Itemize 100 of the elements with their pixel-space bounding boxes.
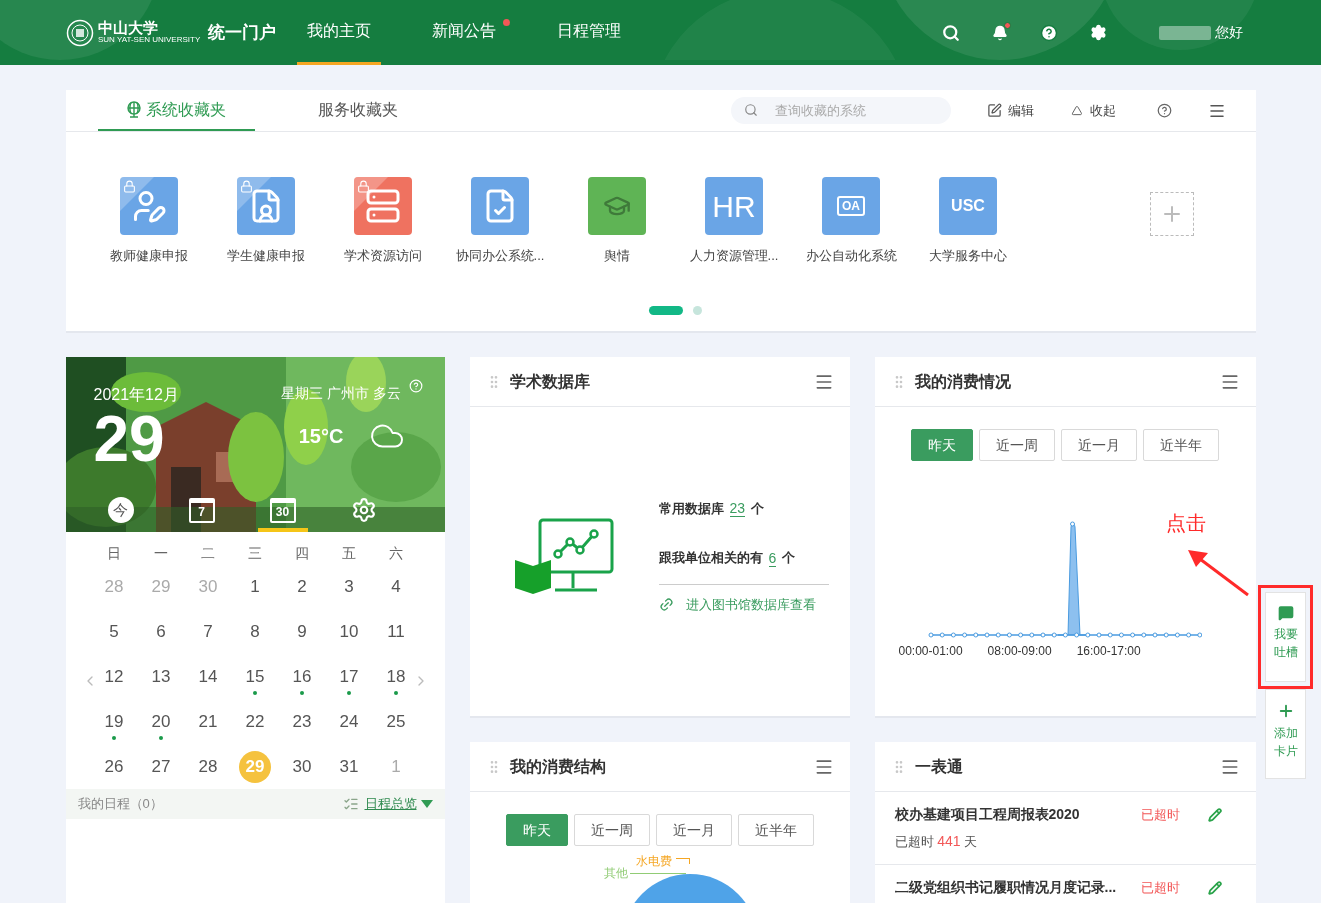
calendar-day[interactable]: 30 xyxy=(286,750,318,783)
dropdown-icon[interactable] xyxy=(420,800,433,808)
calendar-day[interactable]: 5 xyxy=(98,615,130,648)
calendar-day[interactable]: 24 xyxy=(333,705,365,738)
calendar-day[interactable]: 26 xyxy=(98,750,130,783)
globe-icon xyxy=(126,100,142,119)
range-tab[interactable]: 近一周 xyxy=(979,429,1055,461)
form-title[interactable]: 校办基建项目工程周报表2020 xyxy=(894,804,1080,825)
edit-icon[interactable] xyxy=(1207,880,1222,895)
portal-name: 统一门户 xyxy=(208,21,277,44)
app-tile[interactable] xyxy=(237,177,295,235)
app-tile[interactable] xyxy=(471,177,529,235)
favorites-tab[interactable]: 服务收藏夹 xyxy=(279,90,437,131)
app-tile[interactable] xyxy=(354,177,412,235)
calendar-day[interactable]: 10 xyxy=(333,615,365,648)
calendar-day[interactable]: 16 xyxy=(286,660,318,693)
calendar-day[interactable]: 15 xyxy=(239,660,271,693)
weekday-label: 五 xyxy=(341,544,357,563)
help-icon[interactable] xyxy=(1040,23,1058,42)
list-icon xyxy=(342,796,359,812)
pie-label: 其他 xyxy=(603,865,628,882)
stat-count[interactable]: 23 xyxy=(729,500,746,517)
calendar-day[interactable]: 25 xyxy=(380,705,412,738)
logo-subtitle: SUN YAT-SEN UNIVERSITY xyxy=(98,36,201,44)
calendar-view-tab[interactable]: 30 xyxy=(257,492,308,532)
calendar-day[interactable]: 12 xyxy=(98,660,130,693)
calendar-day[interactable]: 13 xyxy=(145,660,177,693)
calendar-day[interactable]: 1 xyxy=(239,570,271,603)
calendar-day[interactable]: 20 xyxy=(145,705,177,738)
status-label: 已超时 xyxy=(1140,805,1180,824)
library-link[interactable]: 进入图书馆数据库查看 xyxy=(685,594,816,615)
axis-label: 00:00-01:00 xyxy=(898,643,963,660)
range-tab[interactable]: 近半年 xyxy=(1143,429,1219,461)
corner-highlight xyxy=(237,177,271,211)
stat-count[interactable]: 6 xyxy=(768,549,777,567)
calendar-day[interactable]: 14 xyxy=(192,660,224,693)
app-label[interactable]: 学术资源访问 xyxy=(344,246,422,266)
calendar-view-tab[interactable]: 7 xyxy=(176,492,227,532)
status-label: 已超时 xyxy=(1140,878,1180,897)
nav-tab[interactable]: 日程管理 xyxy=(547,0,632,65)
university-logo[interactable]: 中山大学 SUN YAT-SEN UNIVERSITY xyxy=(66,18,201,47)
range-tab[interactable]: 近半年 xyxy=(737,814,814,846)
calendar-day[interactable]: 28 xyxy=(192,750,224,783)
calendar-day[interactable]: 22 xyxy=(239,705,271,738)
calendar-day[interactable]: 18 xyxy=(380,660,412,693)
app-tile[interactable] xyxy=(120,177,178,235)
calendar-day[interactable]: 7 xyxy=(192,615,224,648)
app-label[interactable]: 教师健康申报 xyxy=(110,246,188,266)
range-tab[interactable]: 近一周 xyxy=(573,814,650,846)
app-label[interactable]: 学生健康申报 xyxy=(227,246,305,266)
app-glyph: HR xyxy=(712,188,756,225)
stat-unit: 个 xyxy=(751,499,765,518)
calendar-day[interactable]: 4 xyxy=(380,570,412,603)
calendar-day[interactable]: 9 xyxy=(286,615,318,648)
help-icon[interactable] xyxy=(1156,103,1172,118)
stat-label: 跟我单位相关的有 xyxy=(658,549,763,568)
calendar-day[interactable]: 21 xyxy=(192,705,224,738)
app-label[interactable]: 人力资源管理... xyxy=(689,246,779,266)
card-title: 我的消费情况 xyxy=(914,371,1011,392)
teacher-icon xyxy=(131,188,167,224)
calendar-day[interactable]: 27 xyxy=(145,750,177,783)
toolbar-button[interactable]: 编辑 xyxy=(986,100,1034,121)
calendar-day[interactable]: 3 xyxy=(333,570,365,603)
toolbar-button[interactable]: 收起 xyxy=(1069,100,1116,121)
schedule-overview-link[interactable]: 日程总览 xyxy=(364,794,417,814)
nav-tab[interactable]: 我的主页 xyxy=(297,0,382,65)
edit-icon[interactable] xyxy=(1207,807,1222,822)
greeting-text[interactable]: 您好 xyxy=(1215,22,1243,43)
add-app-button[interactable] xyxy=(1149,192,1194,236)
add-card-button[interactable]: 添加卡片 xyxy=(1265,689,1306,779)
calendar-day[interactable]: 8 xyxy=(239,615,271,648)
notification-icon[interactable] xyxy=(992,24,1008,41)
calendar-day[interactable]: 31 xyxy=(333,750,365,783)
app-label[interactable]: 舆情 xyxy=(604,246,630,266)
calendar-day[interactable]: 2 xyxy=(286,570,318,603)
settings-icon[interactable] xyxy=(1090,24,1107,41)
app-tile[interactable] xyxy=(588,177,646,235)
weekday-label: 一 xyxy=(153,544,169,563)
leader-line xyxy=(675,858,690,864)
calendar-day[interactable]: 23 xyxy=(286,705,318,738)
search-icon[interactable] xyxy=(942,23,960,42)
calendar-day[interactable]: 11 xyxy=(380,615,412,648)
app-label[interactable]: 办公自动化系统 xyxy=(805,246,897,266)
app-label[interactable]: 协同办公系统... xyxy=(455,246,545,266)
feedback-button[interactable]: 我要吐槽 xyxy=(1265,592,1306,682)
calendar-day[interactable]: 17 xyxy=(333,660,365,693)
collapse-icon xyxy=(1069,105,1084,116)
search-field[interactable]: 查询收藏的系统 xyxy=(730,97,951,124)
app-label[interactable]: 大学服务中心 xyxy=(929,246,1007,266)
page-indicator[interactable] xyxy=(649,305,683,315)
annotation-arrow xyxy=(1186,547,1250,597)
server-icon xyxy=(365,188,401,224)
range-tab[interactable]: 近一月 xyxy=(1061,429,1137,461)
pie-label: 水电费 xyxy=(635,853,672,870)
calendar-day[interactable]: 6 xyxy=(145,615,177,648)
favorites-tab[interactable]: 系统收藏夹 xyxy=(97,90,255,131)
calendar-day[interactable]: 19 xyxy=(98,705,130,738)
form-title[interactable]: 二级党组织书记履职情况月度记录... xyxy=(894,877,1117,898)
nav-tab[interactable]: 新闻公告 xyxy=(422,0,507,65)
range-tab[interactable]: 近一月 xyxy=(655,814,732,846)
